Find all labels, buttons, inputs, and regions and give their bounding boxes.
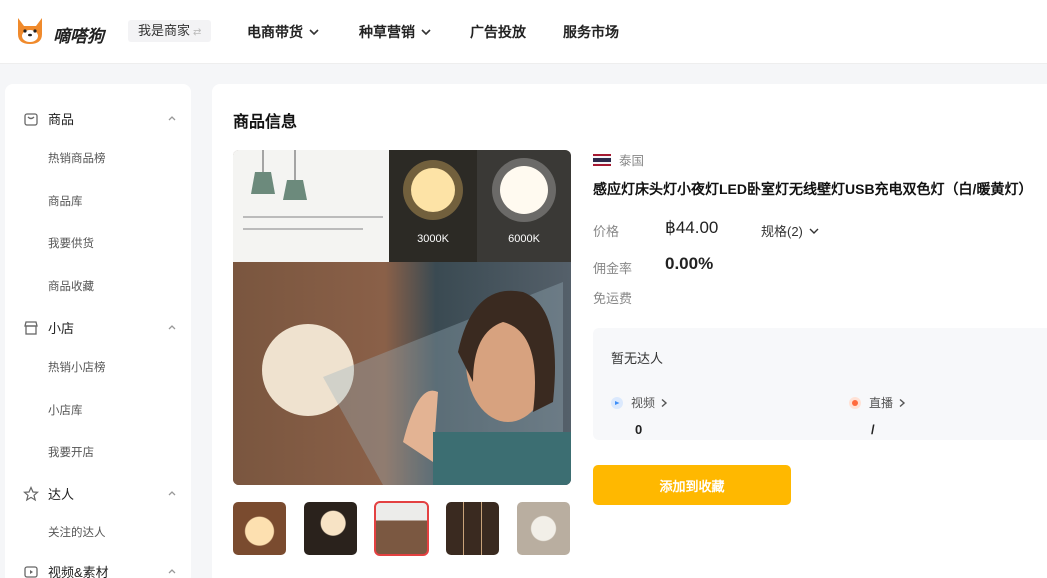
shipping-label: 免运费 xyxy=(593,291,633,306)
country-tag: 泰国 xyxy=(593,150,644,169)
thailand-flag-icon xyxy=(593,153,611,166)
sidebar-group-label: 商品 xyxy=(48,112,75,127)
spec-dropdown[interactable]: 规格(2) xyxy=(761,221,820,240)
chevron-right-icon xyxy=(661,398,668,407)
live-label: 直播 xyxy=(869,396,894,410)
chevron-right-icon xyxy=(899,398,906,407)
chevron-down-icon xyxy=(309,29,319,36)
thumbnail-2[interactable] xyxy=(304,502,357,555)
nav-label: 电商带货 xyxy=(247,24,303,40)
image-warm-light: 3000K xyxy=(389,150,477,262)
sidebar-group-label: 小店 xyxy=(48,321,75,336)
sidebar-item-hot-stores[interactable]: 热销小店榜 xyxy=(48,359,106,375)
sidebar-group-products[interactable]: 商品 xyxy=(23,109,74,128)
live-stat-link[interactable]: 直播 xyxy=(849,394,907,411)
product-main-image[interactable]: 3000K 6000K xyxy=(233,150,571,485)
nav-ecommerce[interactable]: 电商带货 xyxy=(247,22,321,42)
chevron-up-icon[interactable] xyxy=(167,489,177,497)
thumbnail-5[interactable] xyxy=(517,502,570,555)
live-count: / xyxy=(871,422,875,437)
nav-label: 种草营销 xyxy=(359,24,415,40)
sidebar-item-favorites[interactable]: 商品收藏 xyxy=(48,278,94,294)
section-title: 商品信息 xyxy=(233,114,298,131)
image-pendant-lamps xyxy=(233,150,389,262)
thumbnail-strip xyxy=(233,501,588,556)
sidebar-item-store-library[interactable]: 小店库 xyxy=(48,402,83,418)
chevron-up-icon[interactable] xyxy=(167,323,177,331)
nav-label: 服务市场 xyxy=(563,24,619,40)
chevron-up-icon[interactable] xyxy=(167,114,177,122)
sidebar-item-followed-talents[interactable]: 关注的达人 xyxy=(48,524,106,540)
video-stat-link[interactable]: 视频 xyxy=(611,394,669,411)
product-title: 感应灯床头灯小夜灯LED卧室灯无线壁灯USB充电双色灯（白/暖黄灯） xyxy=(593,181,1033,197)
merchant-switch[interactable]: 我是商家 ⇄ xyxy=(128,20,212,42)
cool-temp-label: 6000K xyxy=(508,233,540,245)
sidebar: 商品 热销商品榜 商品库 我要供货 商品收藏 小店 热销小店榜 小店库 我要开店… xyxy=(5,84,191,578)
video-icon xyxy=(24,565,38,578)
nav-advertising[interactable]: 广告投放 xyxy=(470,22,526,42)
price-value: ฿44.00 xyxy=(665,218,719,237)
sidebar-group-videos[interactable]: 视频&素材 xyxy=(23,562,109,578)
sidebar-group-talents[interactable]: 达人 xyxy=(23,484,74,503)
image-lifestyle-scene xyxy=(233,262,571,485)
commission-value: 0.00% xyxy=(665,254,714,273)
lifestyle-graphic xyxy=(262,282,571,485)
talent-panel: 暂无达人 视频 0 直播 / xyxy=(593,328,1047,440)
add-to-favorites-button[interactable]: 添加到收藏 xyxy=(593,465,791,505)
bag-icon xyxy=(24,112,38,126)
video-icon xyxy=(611,396,623,409)
country-name: 泰国 xyxy=(619,154,645,168)
store-icon xyxy=(24,320,38,335)
talent-title: 暂无达人 xyxy=(611,351,664,366)
sidebar-group-label: 视频&素材 xyxy=(48,565,109,578)
warm-light-graphic: 3000K xyxy=(403,160,463,245)
video-count: 0 xyxy=(635,422,643,437)
sidebar-item-open-store[interactable]: 我要开店 xyxy=(48,444,94,460)
commission-label: 佣金率 xyxy=(593,261,633,276)
merchant-label: 我是商家 xyxy=(138,23,191,38)
cool-light-graphic: 6000K xyxy=(492,158,556,245)
image-cool-light: 6000K xyxy=(477,150,571,262)
nav-service-market[interactable]: 服务市场 xyxy=(563,22,619,42)
top-header: 嘀嗒狗 我是商家 ⇄ 电商带货 种草营销 广告投放 服务市场 xyxy=(0,0,1047,64)
main-content: 商品信息 3000K 6000K 泰国 感应灯床头灯小夜灯LED卧室灯无线壁灯U… xyxy=(212,84,1047,578)
star-icon xyxy=(23,485,39,501)
chevron-down-icon xyxy=(809,228,819,234)
thumbnail-3-selected[interactable] xyxy=(374,501,429,556)
thumbnail-1[interactable] xyxy=(233,502,286,555)
swap-icon: ⇄ xyxy=(193,27,202,38)
nav-label: 广告投放 xyxy=(470,24,526,40)
brand-name[interactable]: 嘀嗒狗 xyxy=(53,22,104,47)
shiba-dog-logo-icon[interactable] xyxy=(14,14,46,48)
sidebar-group-label: 达人 xyxy=(48,487,75,502)
video-label: 视频 xyxy=(631,396,656,410)
chevron-up-icon[interactable] xyxy=(167,567,177,575)
thumbnail-4[interactable] xyxy=(446,502,499,555)
pendant-lamps-graphic xyxy=(243,150,383,230)
sidebar-item-product-library[interactable]: 商品库 xyxy=(48,193,83,209)
warm-temp-label: 3000K xyxy=(417,233,449,245)
nav-grass-marketing[interactable]: 种草营销 xyxy=(359,22,433,42)
sidebar-item-hot-products[interactable]: 热销商品榜 xyxy=(48,150,106,166)
price-label: 价格 xyxy=(593,224,620,239)
chevron-down-icon xyxy=(421,29,431,36)
live-icon xyxy=(849,396,861,409)
spec-label: 规格(2) xyxy=(761,224,803,239)
sidebar-item-supply[interactable]: 我要供货 xyxy=(48,235,94,251)
sidebar-group-stores[interactable]: 小店 xyxy=(23,318,74,337)
